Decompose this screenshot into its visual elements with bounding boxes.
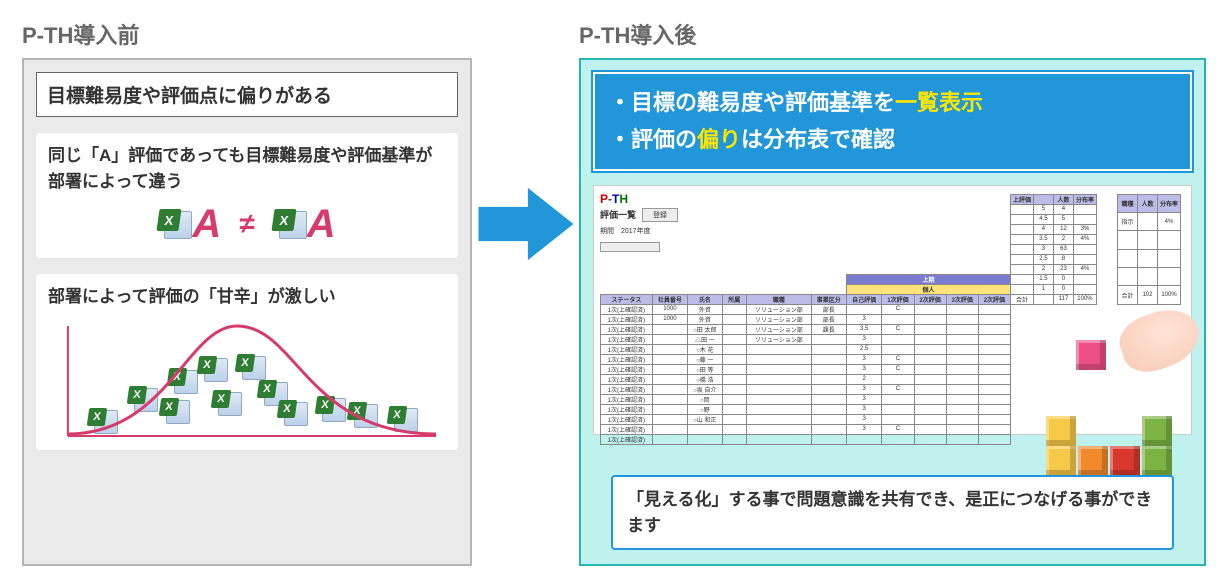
hero-line1-pre: ・目標の難易度や評価基準を (609, 90, 895, 115)
arrow-icon (478, 186, 574, 262)
cube-icon (1078, 446, 1108, 476)
cube-icon (1046, 416, 1076, 446)
building-blocks-image (1034, 318, 1194, 478)
hero-line2-highlight: 偏り (697, 127, 741, 152)
after-bottom-note: 「見える化」する事で問題意識を共有でき、是正につなげる事ができます (611, 475, 1174, 550)
before-box-2: 部署によって評価の「甘辛」が激しい XXXXXXXXXXXX (36, 274, 458, 450)
grade-A-left: A (192, 204, 221, 244)
after-panel: ・目標の難易度や評価基準を一覧表示 ・評価の偏りは分布表で確認 P-TH 評価一… (579, 58, 1206, 566)
before-box-1-text: 同じ「A」評価であっても目標難易度や評価基準が部署によって違う (48, 143, 446, 194)
after-hero: ・目標の難易度や評価基準を一覧表示 ・評価の偏りは分布表で確認 (593, 72, 1192, 171)
ss-small-button (600, 242, 660, 252)
grade-A-right: A (307, 204, 336, 244)
ss-summary-table-2: 職種人数分布率指示4%合計102100% (1117, 194, 1181, 305)
A-neq-A-illustration: X A ≠ X A (48, 204, 446, 244)
excel-icon: X A (158, 204, 221, 244)
before-title: P-TH導入前 (22, 18, 472, 50)
not-equal-sign: ≠ (239, 208, 254, 240)
cube-icon (1046, 446, 1076, 476)
cube-icon (1142, 416, 1172, 446)
ss-register-button: 登録 (642, 208, 678, 222)
cube-icon (1076, 340, 1106, 370)
before-heading: 目標難易度や評価点に偏りがある (36, 72, 458, 117)
ss-summary-table-1: 上評価人数分布率544.554123%3.524%3632.582234%1.5… (1010, 194, 1097, 305)
hero-line2-pre: ・評価の (609, 127, 697, 152)
after-title: P-TH導入後 (579, 18, 1206, 50)
bell-curve-illustration: XXXXXXXXXXXX (48, 316, 446, 446)
hero-line2-post: は分布表で確認 (741, 127, 895, 152)
before-box-2-text: 部署によって評価の「甘辛」が激しい (48, 284, 446, 310)
ss-main-table: 上期個人ステータス社員番号氏名所属職種事業区分自己評価1次評価2次評価3次評価2… (600, 274, 1011, 445)
before-panel: 目標難易度や評価点に偏りがある 同じ「A」評価であっても目標難易度や評価基準が部… (22, 58, 472, 566)
ss-title: 評価一覧 (600, 208, 636, 221)
pth-logo: P-TH (600, 192, 628, 206)
before-box-1: 同じ「A」評価であっても目標難易度や評価基準が部署によって違う X A ≠ X … (36, 133, 458, 258)
cube-icon (1110, 446, 1140, 476)
excel-icon: X A (273, 204, 336, 244)
hero-line1-highlight: 一覧表示 (895, 90, 983, 115)
cube-icon (1142, 446, 1172, 476)
